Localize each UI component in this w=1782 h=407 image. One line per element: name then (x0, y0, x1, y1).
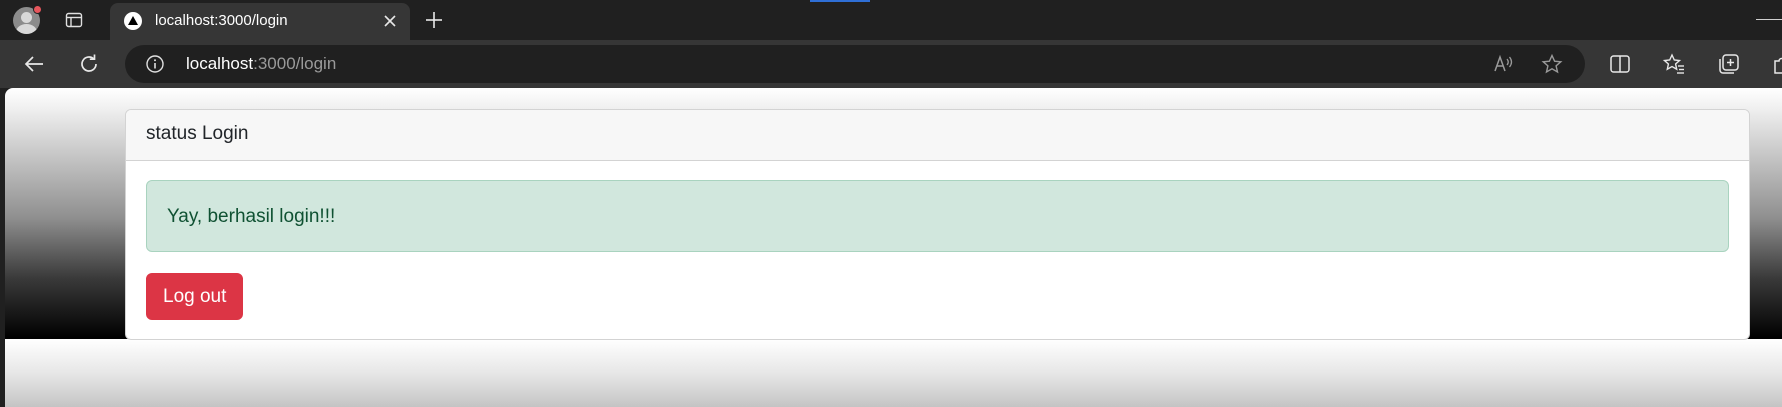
address-bar[interactable]: localhost:3000/login (125, 45, 1585, 83)
url-text[interactable]: localhost:3000/login (186, 54, 336, 74)
back-icon[interactable] (22, 52, 46, 76)
browser-tab-active[interactable]: localhost:3000/login (110, 3, 410, 40)
new-tab-icon[interactable] (423, 9, 445, 31)
split-screen-icon[interactable] (1608, 52, 1632, 76)
minimize-icon[interactable] (1756, 19, 1782, 20)
tab-title: localhost:3000/login (155, 12, 288, 29)
favorite-star-icon[interactable] (1541, 53, 1563, 75)
card-header: status Login (126, 110, 1749, 161)
page-background-lower (5, 339, 1782, 407)
profile-notification-badge (33, 5, 42, 14)
url-path: :3000/login (253, 54, 337, 73)
logout-button[interactable]: Log out (146, 273, 244, 320)
window-accent-line (810, 0, 870, 2)
tab-actions-icon[interactable] (64, 10, 84, 30)
success-alert: Yay, berhasil login!!! (146, 180, 1729, 252)
read-aloud-icon[interactable] (1492, 53, 1514, 75)
nextjs-triangle-icon (124, 12, 142, 30)
status-card: status Login Yay, berhasil login!!! Log … (125, 109, 1750, 340)
info-icon[interactable] (145, 54, 165, 74)
close-icon[interactable] (380, 11, 400, 31)
page-viewport: status Login Yay, berhasil login!!! Log … (5, 88, 1782, 407)
url-host: localhost (186, 54, 254, 73)
tab-strip: localhost:3000/login (0, 0, 1782, 40)
browser-toolbar: localhost:3000/login (0, 40, 1782, 88)
card-body: Yay, berhasil login!!! Log out (126, 161, 1749, 339)
favorites-icon[interactable] (1662, 52, 1686, 76)
collections-icon[interactable] (1717, 52, 1741, 76)
extensions-icon[interactable] (1770, 52, 1782, 76)
refresh-icon[interactable] (77, 52, 101, 76)
